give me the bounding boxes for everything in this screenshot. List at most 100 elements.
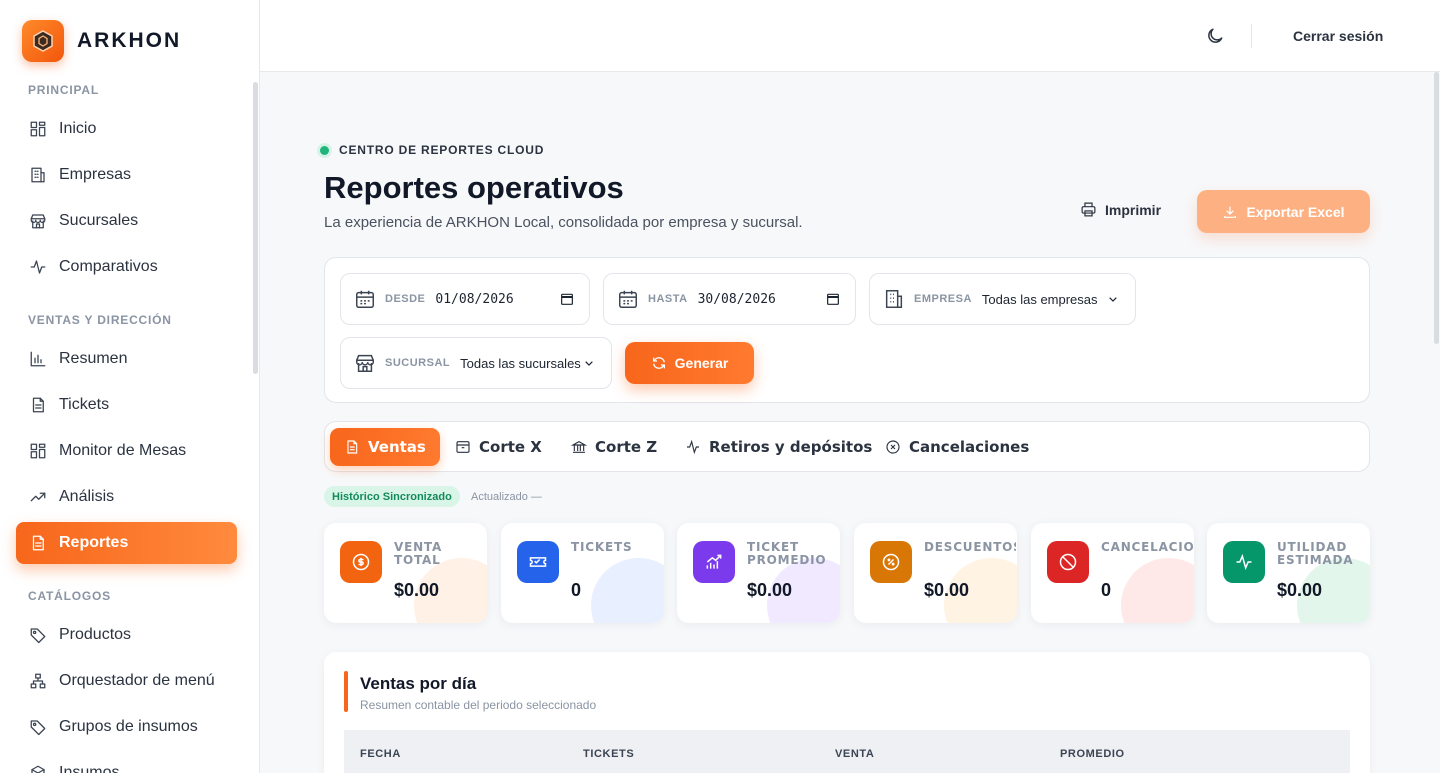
sidebar-item-resumen[interactable]: Resumen xyxy=(16,338,237,380)
desde-value[interactable]: 01/08/2026 xyxy=(435,292,513,307)
page-eyebrow: CENTRO DE REPORTES CLOUD xyxy=(320,143,544,157)
sidebar-scrollbar[interactable] xyxy=(253,82,258,374)
logout-button[interactable]: Cerrar sesión xyxy=(1293,28,1383,44)
sidebar-item-label: Empresas xyxy=(59,166,132,183)
activity-icon xyxy=(687,439,699,455)
hasta-date-field[interactable]: HASTA 30/08/2026 xyxy=(603,273,856,325)
eyebrow-text: CENTRO DE REPORTES CLOUD xyxy=(339,143,545,157)
sidebar-item-productos[interactable]: Productos xyxy=(16,614,237,656)
main-scrollbar[interactable] xyxy=(1434,72,1439,344)
building-icon xyxy=(885,290,903,308)
calendar-icon xyxy=(356,290,374,308)
sidebar-item-label: Comparativos xyxy=(59,258,158,275)
x-circle-icon xyxy=(886,440,900,454)
moon-icon[interactable] xyxy=(1205,26,1225,46)
sidebar-item-comparativos[interactable]: Comparativos xyxy=(16,246,237,288)
sucursal-select[interactable]: SUCURSAL Todas las sucursales xyxy=(340,337,612,389)
tab-corte-x[interactable]: Corte X xyxy=(441,428,556,466)
kpi-label: DESCUENTOS xyxy=(924,541,1016,554)
sidebar-item-grupos-insumos[interactable]: Grupos de insumos xyxy=(16,706,237,748)
tag-icon xyxy=(30,628,46,644)
activity-icon xyxy=(30,260,46,274)
column-header-promedio[interactable]: PROMEDIO xyxy=(1060,748,1125,760)
section-label-ventas: VENTAS Y DIRECCIÓN xyxy=(28,313,172,327)
kpi-venta-total: VENTA TOTAL $0.00 xyxy=(324,523,487,623)
kpi-value: $0.00 xyxy=(924,580,970,600)
printer-icon xyxy=(1081,202,1096,217)
tab-ventas[interactable]: Ventas xyxy=(330,428,440,466)
report-tabs: Ventas Corte X Corte Z Retiros y depósit… xyxy=(324,421,1370,472)
generate-button[interactable]: Generar xyxy=(625,342,754,384)
grid-icon xyxy=(30,121,46,137)
refresh-icon xyxy=(652,357,665,369)
kpi-label: VENTA TOTAL xyxy=(394,541,443,567)
hasta-value[interactable]: 30/08/2026 xyxy=(698,292,776,307)
card-accent xyxy=(344,671,348,712)
sidebar-item-label: Análisis xyxy=(59,488,115,505)
export-label: Exportar Excel xyxy=(1246,203,1345,220)
sidebar-item-tickets[interactable]: Tickets xyxy=(16,384,237,426)
kpi-cancelaciones: CANCELACIONES 0 xyxy=(1031,523,1194,623)
kpi-tickets: TICKETS 0 xyxy=(501,523,664,623)
box-icon xyxy=(31,765,45,773)
empresa-value: Todas las empresas xyxy=(981,291,1098,307)
grid-icon xyxy=(30,443,46,459)
kpi-label: TICKETS xyxy=(571,541,633,554)
sidebar-item-label: Grupos de insumos xyxy=(59,718,198,735)
sucursal-label: SUCURSAL xyxy=(385,357,451,369)
kpi-decoration xyxy=(1121,558,1194,623)
kpi-value: 0 xyxy=(1101,580,1112,600)
tab-corte-z[interactable]: Corte Z xyxy=(557,428,671,466)
tab-label: Ventas xyxy=(368,438,426,456)
sidebar: ARKHON PRINCIPAL Inicio Empresas Sucursa… xyxy=(0,0,260,773)
calendar-picker-icon[interactable] xyxy=(559,291,575,307)
kpi-value: $0.00 xyxy=(1277,580,1323,600)
calendar-picker-icon[interactable] xyxy=(825,291,841,307)
sidebar-item-label: Tickets xyxy=(59,396,110,413)
column-header-venta[interactable]: VENTA xyxy=(835,748,874,760)
arkhon-logo-icon xyxy=(22,20,64,62)
tab-label: Cancelaciones xyxy=(909,438,1030,456)
sidebar-item-label: Reportes xyxy=(59,534,129,551)
tab-retiros-depositos[interactable]: Retiros y depósitos xyxy=(671,428,886,466)
kpi-label: CANCELACIONES xyxy=(1101,541,1193,554)
sidebar-item-label: Monitor de Mesas xyxy=(59,442,187,459)
tab-cancelaciones[interactable]: Cancelaciones xyxy=(871,428,1043,466)
percent-icon xyxy=(870,541,912,583)
empresa-select[interactable]: EMPRESA Todas las empresas xyxy=(869,273,1136,325)
sidebar-item-insumos[interactable]: Insumos xyxy=(16,752,237,773)
topbar-divider xyxy=(1251,24,1252,48)
sidebar-item-label: Insumos xyxy=(59,764,120,773)
generate-label: Generar xyxy=(674,355,729,371)
ban-icon xyxy=(1047,541,1089,583)
sidebar-item-orquestador[interactable]: Orquestador de menú xyxy=(16,660,237,702)
column-header-tickets[interactable]: TICKETS xyxy=(583,748,634,760)
sidebar-item-monitor-mesas[interactable]: Monitor de Mesas xyxy=(16,430,237,472)
bar-chart-icon xyxy=(30,351,46,367)
bank-icon xyxy=(571,441,587,453)
document-icon xyxy=(32,535,44,551)
sidebar-item-label: Resumen xyxy=(59,350,128,367)
empresa-label: EMPRESA xyxy=(914,293,972,305)
export-excel-button[interactable]: Exportar Excel xyxy=(1197,190,1370,233)
sidebar-item-label: Orquestador de menú xyxy=(59,672,215,689)
status-dot-icon xyxy=(320,145,329,155)
store-icon xyxy=(356,354,374,372)
sidebar-item-reportes[interactable]: Reportes xyxy=(16,522,237,564)
sidebar-item-analisis[interactable]: Análisis xyxy=(16,476,237,518)
desde-date-field[interactable]: DESDE 01/08/2026 xyxy=(340,273,590,325)
kpi-decoration xyxy=(591,558,664,623)
ticket-icon xyxy=(517,541,559,583)
store-icon xyxy=(30,214,46,229)
sidebar-item-inicio[interactable]: Inicio xyxy=(16,108,237,150)
sidebar-item-sucursales[interactable]: Sucursales xyxy=(16,200,237,242)
document-icon xyxy=(347,440,358,454)
sidebar-item-label: Inicio xyxy=(59,120,97,137)
calendar-icon xyxy=(619,290,637,308)
column-header-fecha[interactable]: FECHA xyxy=(360,748,401,760)
kpi-value: $0.00 xyxy=(747,580,793,600)
brand[interactable]: ARKHON xyxy=(22,20,181,62)
document-icon xyxy=(32,397,44,413)
sidebar-item-empresas[interactable]: Empresas xyxy=(16,154,237,196)
print-button[interactable]: Imprimir xyxy=(1080,201,1161,218)
